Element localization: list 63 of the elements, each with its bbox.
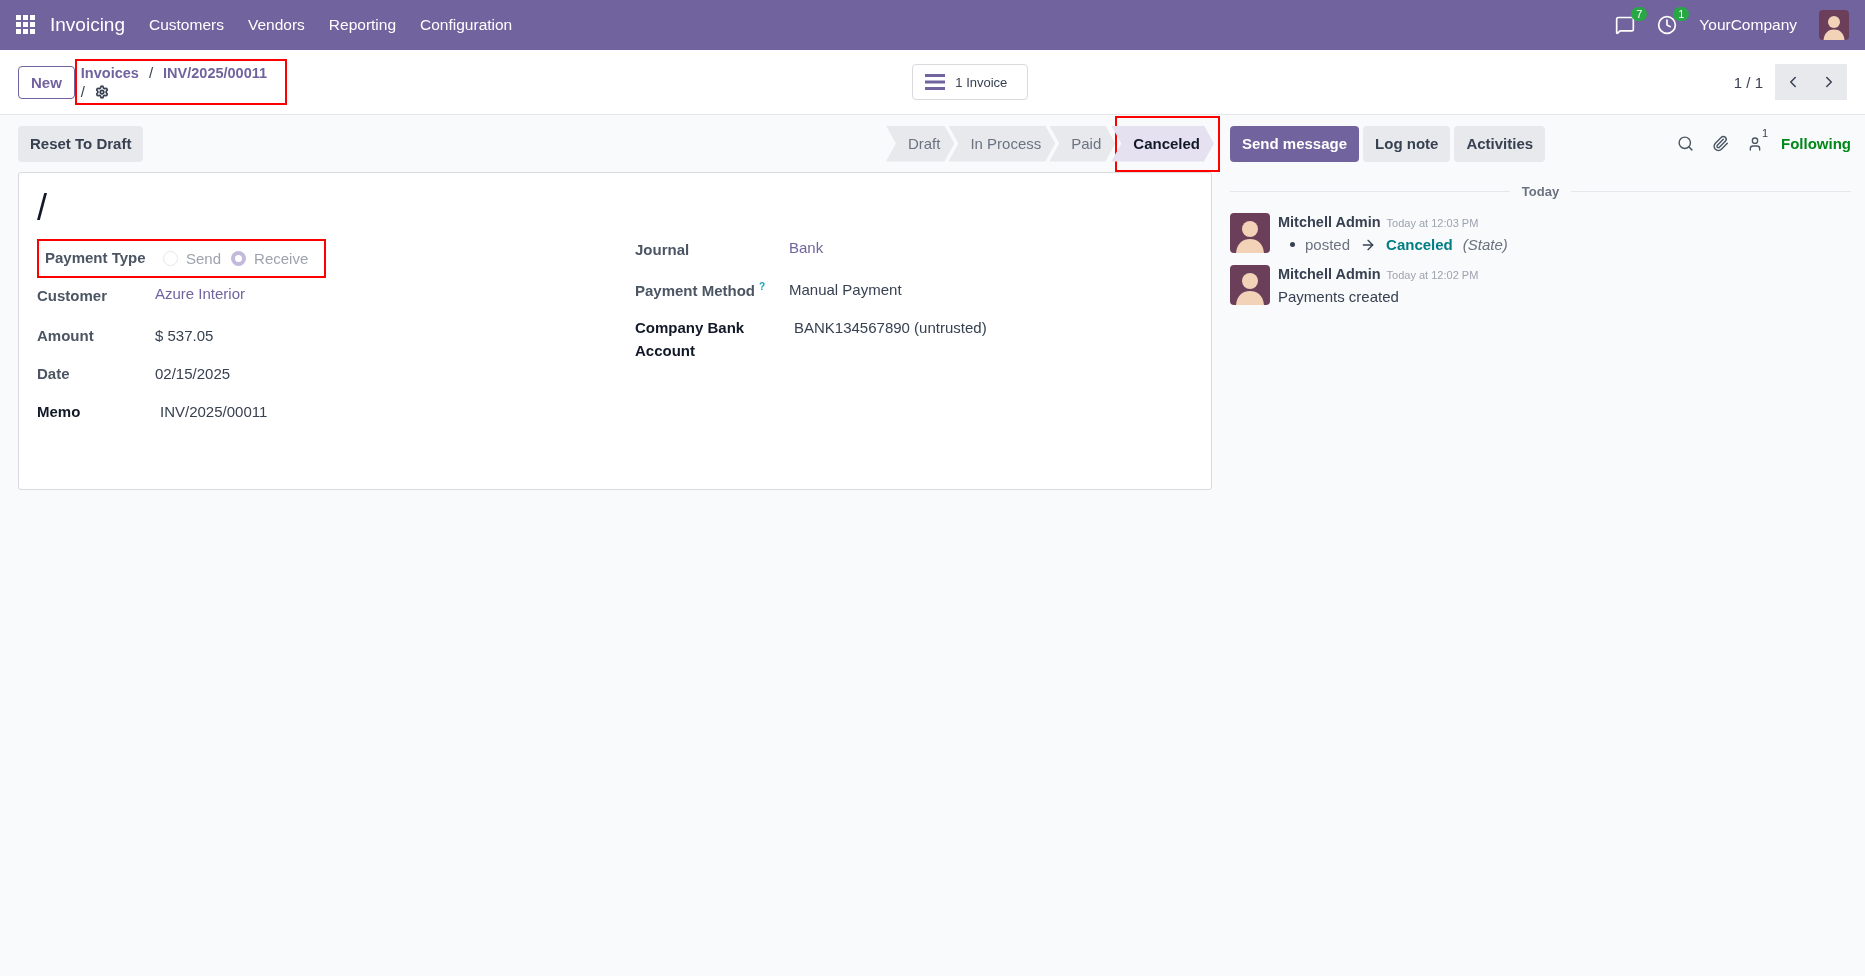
app-name[interactable]: Invoicing [50, 14, 125, 36]
avatar [1230, 265, 1270, 305]
new-button[interactable]: New [18, 65, 75, 99]
field-label: Payment Method $^{?}$ [635, 280, 767, 301]
field-value: $ 537.05 [155, 326, 214, 346]
breadcrumb-link[interactable]: Invoices [80, 64, 139, 81]
nav-menu-item[interactable]: Customers [149, 16, 224, 34]
field-value: BANK134567890 (untrusted) [793, 318, 987, 338]
status-stage[interactable]: Canceled [1111, 125, 1214, 162]
breadcrumb-link[interactable]: INV/2025/00011 [163, 64, 268, 81]
nav-menu-item[interactable]: Reporting [328, 16, 397, 34]
chatter-button[interactable]: Log note [1363, 125, 1451, 162]
field-value: 02/15/2025 [155, 364, 231, 384]
help-tooltip[interactable]: ? [759, 281, 766, 292]
pager-value[interactable]: 1 / 1 [1733, 73, 1763, 91]
nav-menu-item[interactable]: Configuration [420, 16, 513, 34]
field-label: Date [37, 364, 71, 384]
field-link[interactable]: Bank [789, 239, 824, 256]
field-link[interactable]: Azure Interior [155, 285, 246, 302]
field-label: Company Bank Account [635, 318, 746, 361]
field-label: Journal [635, 240, 691, 260]
old-value: posted [1305, 236, 1351, 253]
nav-menu-item[interactable]: Vendors [247, 16, 305, 34]
record-name: / [80, 83, 85, 100]
messages-badge: 7 [1631, 7, 1648, 21]
field-label: Memo [37, 402, 82, 422]
avatar [1230, 213, 1270, 253]
followers-count: 1 [1760, 125, 1769, 140]
message-author[interactable]: Mitchell Admin [1278, 266, 1381, 282]
record-title: / [37, 187, 48, 230]
invoice-smart-button[interactable]: 1 Invoice [912, 64, 1029, 100]
list-icon [925, 74, 946, 90]
field-label: Payment Type [45, 248, 147, 268]
paperclip-icon[interactable] [1712, 135, 1729, 152]
field-value: INV/2025/00011 [159, 402, 268, 422]
search-icon[interactable] [1677, 135, 1694, 152]
message-author[interactable]: Mitchell Admin [1278, 214, 1381, 230]
new-value: Canceled [1386, 236, 1453, 253]
message-body: Payments created [1278, 288, 1400, 305]
chatter-button[interactable]: Activities [1454, 125, 1546, 162]
bullet [1290, 242, 1295, 247]
reset-button[interactable]: Reset To Draft [18, 125, 144, 162]
date-separator: Today [1521, 184, 1560, 199]
messages-icon[interactable] [1615, 15, 1636, 35]
status-stage[interactable]: Draft [885, 125, 955, 162]
status-stage[interactable]: In Process [948, 125, 1056, 162]
breadcrumb-separator: / [148, 64, 154, 81]
field-label: Amount [37, 326, 95, 346]
field-label: Customer [37, 286, 108, 306]
apps-menu-icon[interactable] [16, 15, 36, 35]
field-value: Manual Payment [789, 280, 902, 300]
settings-icon[interactable] [95, 84, 109, 99]
activities-badge: 1 [1673, 7, 1690, 21]
activities-icon[interactable] [1657, 15, 1678, 35]
message-time: Today at 12:02 PM [1386, 269, 1479, 281]
avatar [1819, 10, 1849, 40]
following-button[interactable]: Following [1781, 135, 1851, 152]
tracked-field: (State) [1462, 236, 1508, 253]
message-time: Today at 12:03 PM [1386, 217, 1479, 229]
followers-icon[interactable] [1747, 135, 1763, 152]
chatter-button[interactable]: Send message [1230, 125, 1360, 162]
company-name[interactable]: YourCompany [1699, 16, 1797, 34]
status-stage[interactable]: Paid [1049, 125, 1116, 162]
